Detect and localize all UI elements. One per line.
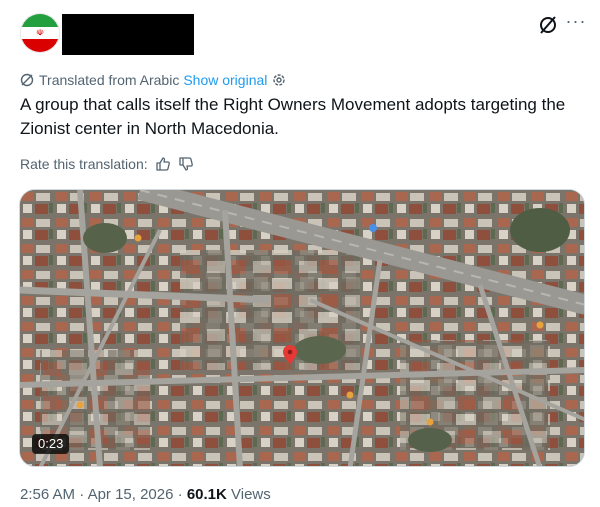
settings-icon[interactable] xyxy=(272,73,286,87)
video-player[interactable] xyxy=(19,189,585,467)
more-icon[interactable]: ··· xyxy=(565,12,587,36)
rate-translation-label: Rate this translation: xyxy=(20,156,148,172)
views-count[interactable]: 60.1K xyxy=(187,486,227,503)
post-text: A group that calls itself the Right Owne… xyxy=(20,95,566,138)
post-metadata: 2:56 AM · Apr 15, 2026 · 60.1K Views xyxy=(20,486,271,503)
satellite-map-image xyxy=(20,190,584,466)
views-label: Views xyxy=(231,486,271,503)
rate-translation: Rate this translation: xyxy=(20,154,194,174)
separator: · xyxy=(177,486,183,503)
translate-icon xyxy=(20,73,34,87)
grok-icon[interactable] xyxy=(537,14,559,36)
thumbs-up-icon[interactable] xyxy=(155,156,171,172)
video-duration-badge: 0:23 xyxy=(32,434,70,454)
show-original-link[interactable]: Show original xyxy=(183,72,267,88)
avatar[interactable]: ☫ xyxy=(20,13,60,53)
flag-emblem-icon: ☫ xyxy=(35,27,45,38)
translation-notice: Translated from Arabic Show original xyxy=(20,71,291,89)
post-time[interactable]: 2:56 AM xyxy=(20,486,75,503)
translation-notice-text: Translated from Arabic xyxy=(39,72,180,88)
thumbs-down-icon[interactable] xyxy=(178,156,194,172)
post-date[interactable]: Apr 15, 2026 xyxy=(88,486,174,503)
separator: · xyxy=(79,486,85,503)
redacted-username xyxy=(62,14,194,55)
